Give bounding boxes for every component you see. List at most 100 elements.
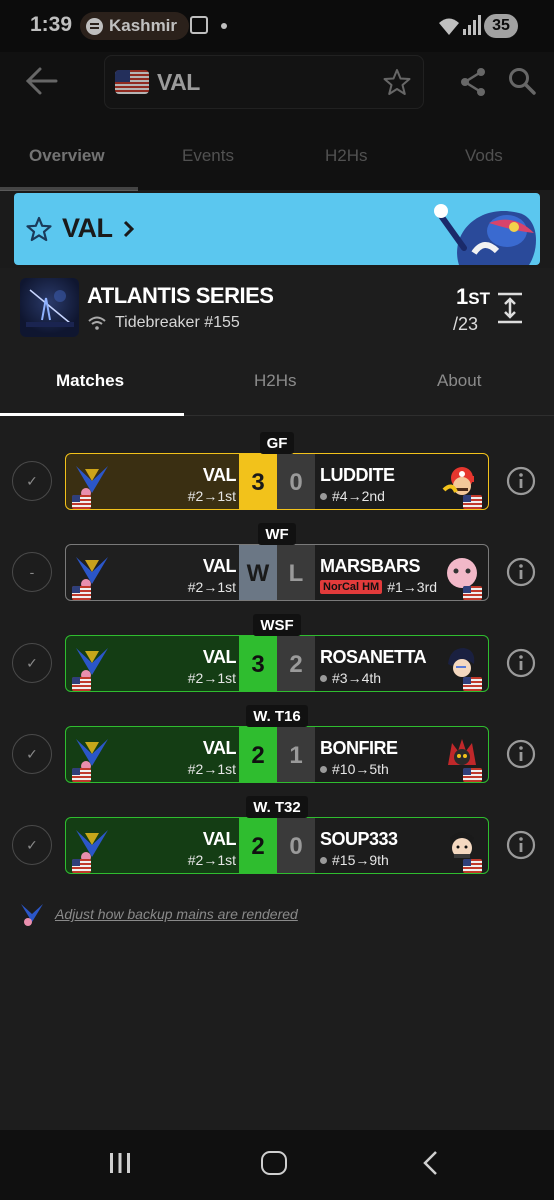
entrant-count: /23 (453, 314, 479, 334)
us-flag-icon (72, 859, 91, 873)
us-flag-icon (463, 677, 482, 691)
player1-seed: #2→1st (187, 761, 236, 777)
match-status-indicator: ✓ (12, 643, 52, 683)
share-icon[interactable] (458, 66, 488, 98)
us-flag-icon (463, 768, 482, 782)
seed-dot-icon (320, 492, 327, 500)
player2-name[interactable]: ROSANETTA (320, 647, 427, 668)
player1-name: VAL (202, 738, 237, 758)
match-status-indicator: ✓ (12, 461, 52, 501)
tab-overview[interactable]: Overview (29, 146, 105, 166)
player2-name[interactable]: MARSBARS (320, 556, 421, 577)
event-sheet (0, 268, 554, 1130)
player2-name[interactable]: LUDDITE (320, 465, 395, 486)
region-badge: NorCal HM (320, 580, 383, 594)
player1-name: VAL (202, 647, 237, 667)
tab-vods[interactable]: Vods (465, 146, 503, 166)
back-arrow-icon[interactable] (24, 66, 58, 96)
player1-seed: #2→1st (187, 579, 236, 595)
search-icon[interactable] (507, 66, 537, 96)
us-flag-icon (463, 495, 482, 509)
spotify-icon (86, 17, 103, 35)
us-flag-icon (72, 495, 91, 509)
expand-vertical-icon[interactable] (497, 292, 523, 324)
match-status-indicator: ✓ (12, 734, 52, 774)
info-icon[interactable] (506, 466, 536, 496)
info-icon[interactable] (506, 648, 536, 678)
online-event-icon (88, 316, 106, 330)
chevron-right-icon (123, 220, 135, 238)
player1-score: 3 (239, 636, 277, 691)
player2-seed: #3→4th (332, 670, 382, 686)
player2-seed: #1→3rd (387, 579, 438, 595)
player2-name[interactable]: BONFIRE (320, 738, 398, 759)
signal-icon (463, 15, 481, 35)
match-card[interactable]: VAL #2→1st W L MARSBARS NorCal HM #1→3rd (65, 544, 489, 601)
final-placement: 1ST (456, 284, 490, 309)
player2-seed: #15→9th (332, 852, 389, 868)
us-flag-icon (115, 70, 149, 94)
us-flag-icon (72, 586, 91, 600)
player1-score: 3 (239, 454, 277, 509)
player2-seed: #10→5th (332, 761, 389, 777)
us-flag-icon (72, 768, 91, 782)
player1-name: VAL (202, 829, 237, 849)
notification-dot-icon (221, 23, 227, 29)
player-banner[interactable]: VAL (14, 193, 540, 265)
tab-indicator-matches (0, 413, 184, 416)
event-subtitle: Tidebreaker #155 (115, 314, 240, 331)
status-bar: 1:39 Kashmir 35 (0, 0, 554, 52)
player1-score: 2 (239, 818, 277, 873)
match-card[interactable]: VAL #2→1st 3 0 LUDDITE #4→2nd (65, 453, 489, 510)
player1-score: W (239, 545, 277, 600)
seed-dot-icon (320, 856, 327, 864)
player2-score: 0 (277, 454, 315, 509)
favorite-star-icon[interactable] (383, 68, 411, 96)
us-flag-icon (72, 677, 91, 691)
tab-about[interactable]: About (437, 371, 481, 391)
backup-mains-link[interactable]: Adjust how backup mains are rendered (55, 906, 298, 922)
status-time: 1:39 (30, 13, 73, 36)
match-card[interactable]: VAL #2→1st 2 0 SOUP333 #15→9th (65, 817, 489, 874)
info-icon[interactable] (506, 830, 536, 860)
event-logo (20, 278, 79, 337)
player2-score: 0 (277, 818, 315, 873)
tab-matches[interactable]: Matches (56, 371, 124, 391)
tab-h2hs[interactable]: H2Hs (325, 146, 368, 166)
match-status-indicator: ✓ (12, 825, 52, 865)
player1-seed: #2→1st (187, 670, 236, 686)
media-title: Kashmir (109, 16, 178, 35)
screenshot-icon (190, 16, 208, 34)
us-flag-icon (463, 586, 482, 600)
player2-score: 1 (277, 727, 315, 782)
recents-icon[interactable] (108, 1152, 132, 1174)
tab-events[interactable]: Events (182, 146, 234, 166)
player1-score: 2 (239, 727, 277, 782)
star-outline-icon[interactable] (26, 216, 52, 242)
system-back-icon[interactable] (421, 1150, 439, 1176)
player2-seed-row: #4→2nd (320, 488, 385, 504)
seed-dot-icon (320, 765, 327, 773)
player1-seed: #2→1st (187, 852, 236, 868)
player2-name[interactable]: SOUP333 (320, 829, 398, 850)
match-card[interactable]: VAL #2→1st 3 2 ROSANETTA #3→4th (65, 635, 489, 692)
character-icon (21, 904, 43, 926)
banner-player-name: VAL (62, 213, 113, 243)
player1-name: VAL (202, 465, 237, 485)
event-name[interactable]: ATLANTIS SERIES (87, 283, 274, 309)
media-pill[interactable]: Kashmir (80, 12, 190, 40)
match-status-indicator: - (12, 552, 52, 592)
player2-seed-row: #15→9th (320, 852, 389, 868)
us-flag-icon (463, 859, 482, 873)
search-value: VAL (157, 69, 200, 95)
player-search-field[interactable]: VAL (104, 55, 424, 109)
wifi-icon (439, 18, 459, 35)
home-icon[interactable] (261, 1151, 287, 1175)
player2-seed-row: #10→5th (320, 761, 389, 777)
greninja-character-art (434, 204, 536, 265)
info-icon[interactable] (506, 557, 536, 587)
match-card[interactable]: VAL #2→1st 2 1 BONFIRE #10→5th (65, 726, 489, 783)
info-icon[interactable] (506, 739, 536, 769)
player1-name: VAL (202, 556, 237, 576)
tab-event-h2hs[interactable]: H2Hs (254, 371, 297, 391)
